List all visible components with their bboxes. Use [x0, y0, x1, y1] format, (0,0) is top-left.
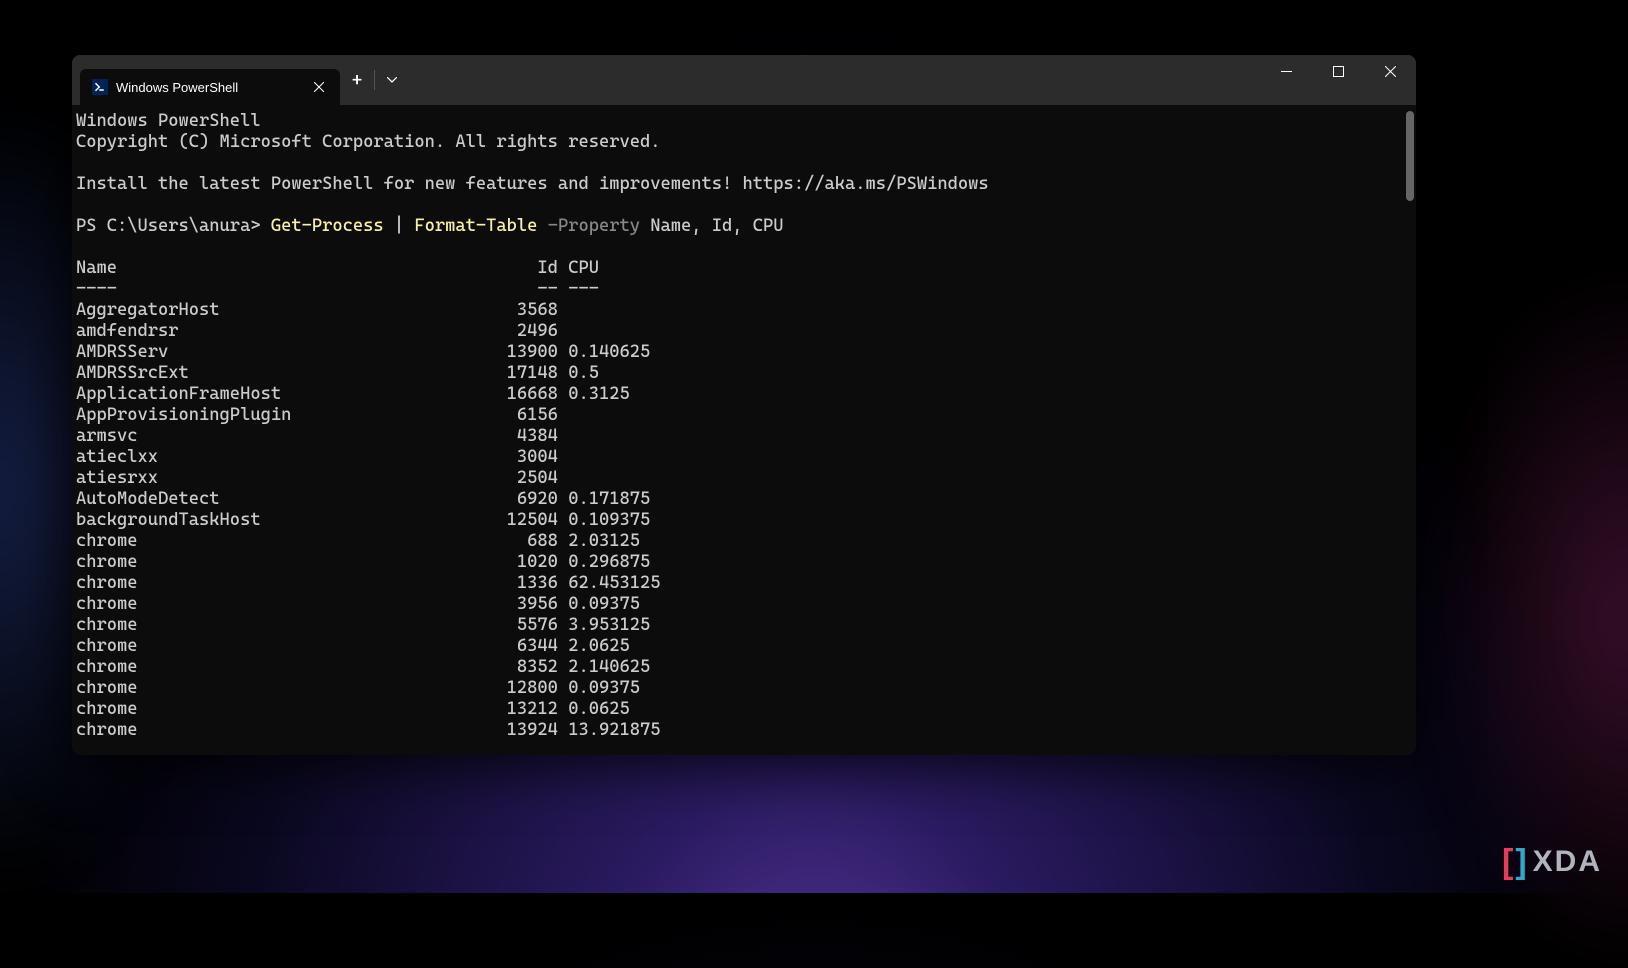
process-row: chrome 5576 3.953125 [76, 615, 1412, 636]
process-row: chrome 3956 0.09375 [76, 594, 1412, 615]
process-row: AMDRSServ 13900 0.140625 [76, 342, 1412, 363]
output-line [76, 237, 1412, 258]
table-header: Name Id CPU [76, 258, 1412, 279]
minimize-button[interactable] [1260, 55, 1312, 87]
prompt-line: PS C:\Users\anura> Get-Process | Format-… [76, 216, 1412, 237]
tab-powershell[interactable]: Windows PowerShell [80, 69, 340, 105]
tab-close-button[interactable] [310, 78, 328, 96]
titlebar[interactable]: Windows PowerShell + [72, 55, 1416, 105]
process-row: chrome 12800 0.09375 [76, 678, 1412, 699]
process-row: atieclxx 3004 [76, 447, 1412, 468]
process-row: AppProvisioningPlugin 6156 [76, 405, 1412, 426]
watermark-icon: [] [1502, 845, 1527, 879]
scrollbar[interactable] [1406, 111, 1414, 201]
watermark-text: XDA [1533, 845, 1602, 879]
process-row: backgroundTaskHost 12504 0.109375 [76, 510, 1412, 531]
process-row: chrome 13924 13.921875 [76, 720, 1412, 741]
process-row: AggregatorHost 3568 [76, 300, 1412, 321]
process-row: chrome 1336 62.453125 [76, 573, 1412, 594]
close-button[interactable] [1364, 55, 1416, 87]
process-row: amdfendrsr 2496 [76, 321, 1412, 342]
tab-title: Windows PowerShell [116, 80, 302, 95]
window-controls [1260, 55, 1416, 87]
tabs-area: Windows PowerShell + [72, 55, 409, 105]
process-row: chrome 8352 2.140625 [76, 657, 1412, 678]
output-line [76, 195, 1412, 216]
terminal-window: Windows PowerShell + Windows PowerShel [72, 55, 1416, 755]
process-row: atiesrxx 2504 [76, 468, 1412, 489]
new-tab-button[interactable]: + [340, 63, 374, 97]
watermark: [] XDA [1502, 845, 1602, 879]
process-row: chrome 1020 0.296875 [76, 552, 1412, 573]
process-row: chrome 13212 0.0625 [76, 699, 1412, 720]
process-row: ApplicationFrameHost 16668 0.3125 [76, 384, 1412, 405]
output-line: Windows PowerShell [76, 111, 1412, 132]
process-row: armsvc 4384 [76, 426, 1412, 447]
process-row: AutoModeDetect 6920 0.171875 [76, 489, 1412, 510]
table-divider: ---- -- --- [76, 279, 1412, 300]
output-line: Install the latest PowerShell for new fe… [76, 174, 1412, 195]
maximize-button[interactable] [1312, 55, 1364, 87]
process-row: chrome 6344 2.0625 [76, 636, 1412, 657]
terminal-output[interactable]: Windows PowerShellCopyright (C) Microsof… [72, 105, 1416, 755]
output-line: Copyright (C) Microsoft Corporation. All… [76, 132, 1412, 153]
process-row: chrome 688 2.03125 [76, 531, 1412, 552]
process-row: AMDRSSrcExt 17148 0.5 [76, 363, 1412, 384]
output-line [76, 153, 1412, 174]
powershell-icon [92, 79, 108, 95]
tab-dropdown-button[interactable] [375, 63, 409, 97]
